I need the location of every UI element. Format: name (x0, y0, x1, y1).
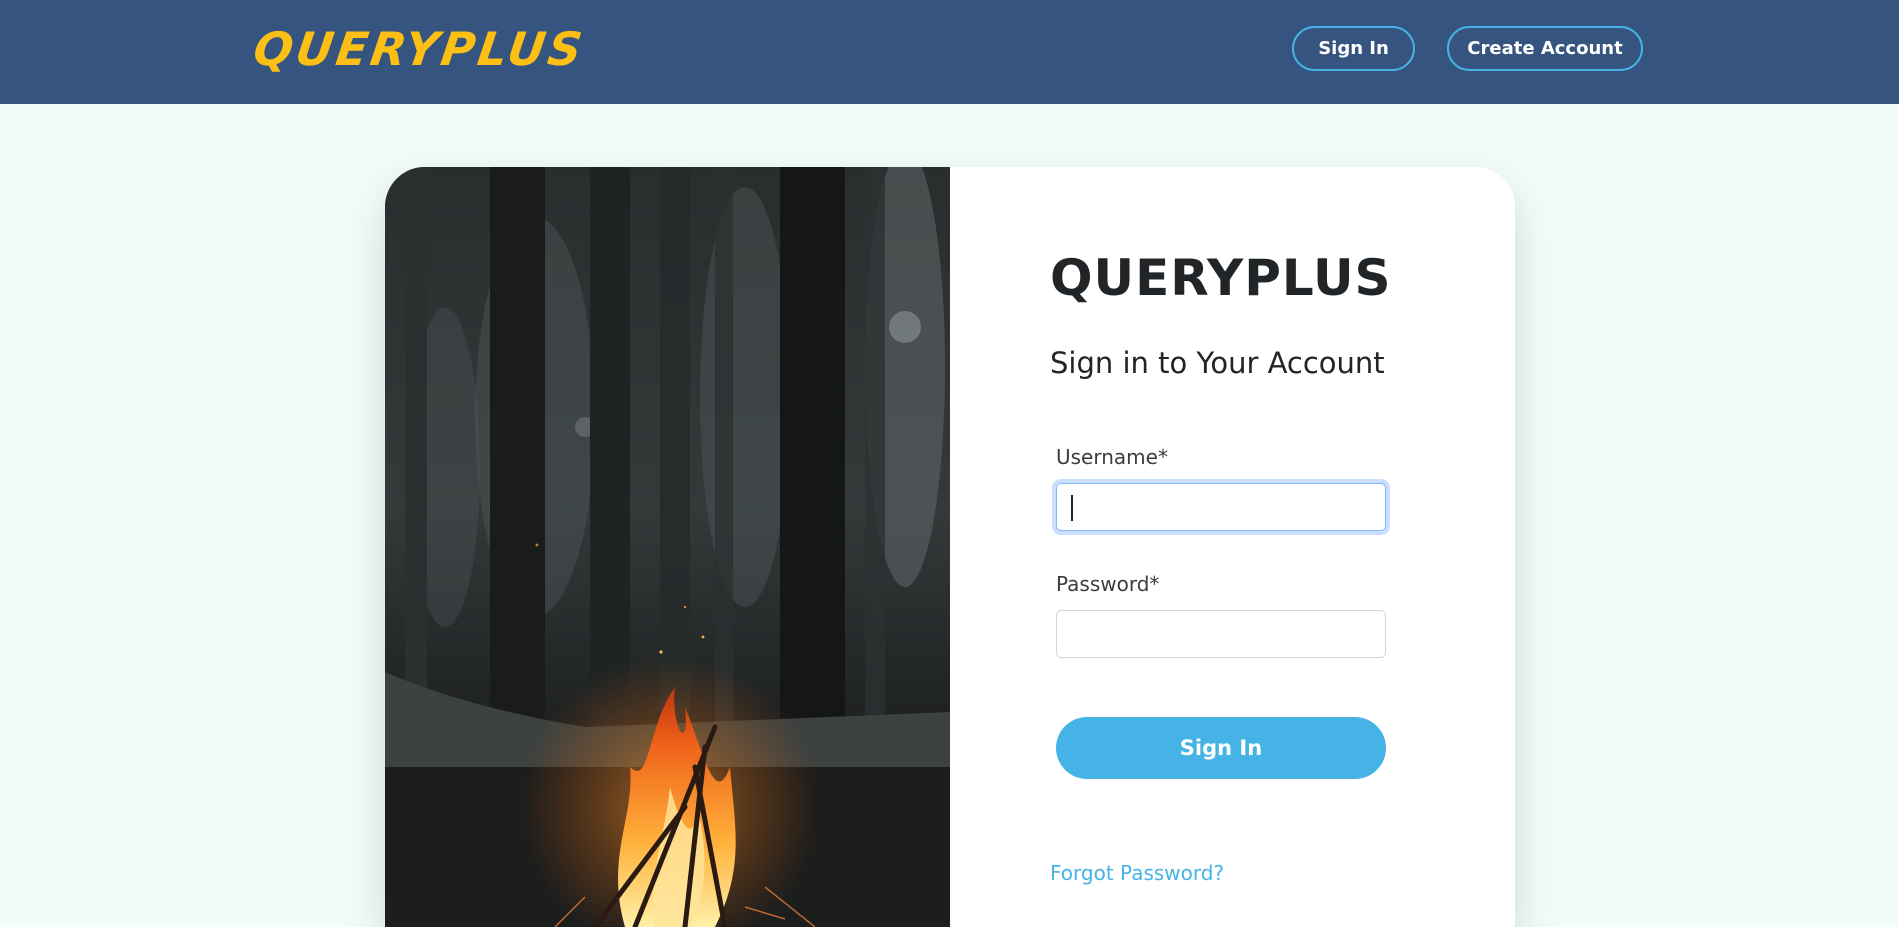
password-input[interactable] (1056, 610, 1386, 658)
text-caret (1071, 495, 1073, 521)
form-heading: Sign in to Your Account (1050, 346, 1385, 380)
top-navbar: QUERYPLUS Sign In Create Account (0, 0, 1899, 104)
nav-sign-in-button[interactable]: Sign In (1292, 26, 1415, 71)
login-form-panel: QUERYPLUS Sign in to Your Account Userna… (950, 167, 1515, 927)
campfire-forest-photo (385, 167, 950, 927)
form-brand-title: QUERYPLUS (1050, 249, 1392, 307)
password-label: Password* (1056, 572, 1160, 596)
username-label: Username* (1056, 445, 1168, 469)
login-card: QUERYPLUS Sign in to Your Account Userna… (385, 167, 1515, 927)
sign-in-submit-button[interactable]: Sign In (1056, 717, 1386, 779)
username-input[interactable] (1056, 483, 1386, 531)
forgot-password-link[interactable]: Forgot Password? (1050, 861, 1224, 885)
navbar-logo[interactable]: QUERYPLUS (250, 22, 588, 76)
nav-create-account-button[interactable]: Create Account (1447, 26, 1643, 71)
